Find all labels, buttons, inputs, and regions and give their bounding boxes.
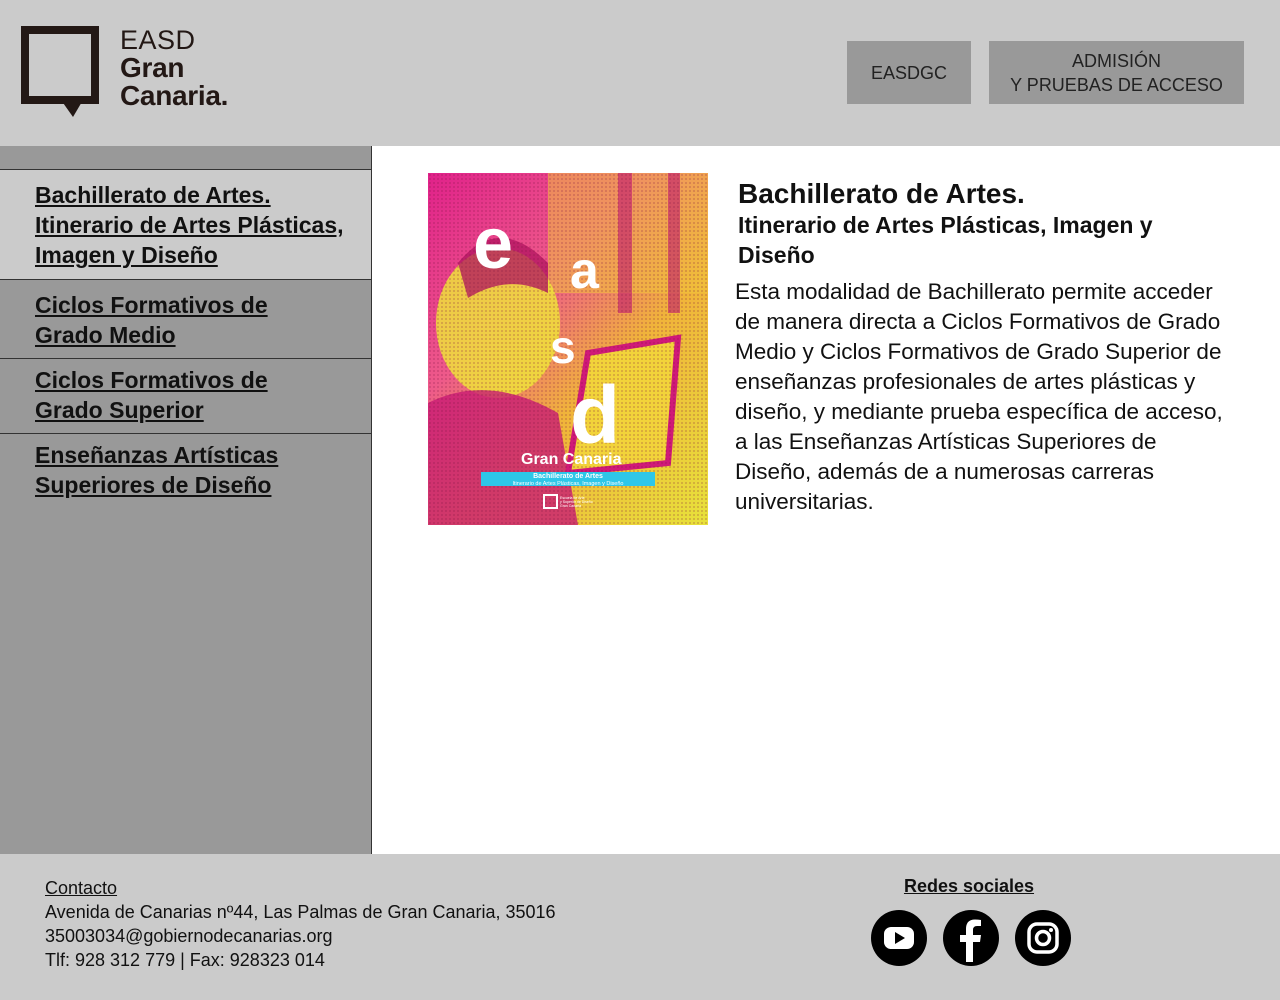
cover-band-line-1: Bachillerato de Artes — [533, 473, 603, 480]
site-footer: Contacto Avenida de Canarias nº44, Las P… — [0, 854, 1280, 1000]
contact-email: 35003034@gobiernodecanarias.org — [45, 926, 333, 946]
cover-brand: Gran Canaria — [521, 451, 622, 468]
nav-button-label-line-2: Y PRUEBAS DE ACCESO — [1010, 74, 1223, 95]
sidebar: Bachillerato de Artes. Itinerario de Art… — [0, 146, 372, 854]
page-description: Esta modalidad de Bachillerato permite a… — [735, 279, 1223, 514]
page-title: Bachillerato de Artes. — [738, 178, 1025, 209]
nav-button-label: EASDGC — [870, 62, 948, 83]
cover-letter-a: a — [570, 242, 600, 300]
sidebar-item-ensenanzas-superiores[interactable]: Enseñanzas Artísticas Superiores de Dise… — [0, 434, 371, 508]
nav-button-easdgc[interactable]: EASDGC — [847, 41, 971, 104]
site-logo[interactable]: EASD Gran Canaria. — [21, 26, 261, 120]
sidebar-item-label-line: Grado Medio — [35, 322, 176, 348]
sidebar-item-label-line: Bachillerato de Artes. — [35, 182, 271, 208]
contact-address: Avenida de Canarias nº44, Las Palmas de … — [45, 902, 556, 922]
sidebar-item-label-line: Grado Superior — [35, 397, 204, 423]
sidebar-item-grado-superior[interactable]: Ciclos Formativos de Grado Superior — [0, 359, 371, 434]
sidebar-item-label-line: Enseñanzas Artísticas — [35, 442, 279, 468]
cover-letter-s: s — [550, 321, 576, 373]
cover-letter-d: d — [570, 370, 620, 461]
cover-artwork: e a s d Gran Canaria Bachillerato de Art… — [428, 173, 708, 525]
sidebar-item-grado-medio[interactable]: Ciclos Formativos de Grado Medio — [0, 280, 371, 359]
sidebar-item-label-line: Superiores de Diseño — [35, 472, 272, 498]
youtube-icon[interactable] — [871, 910, 927, 966]
sidebar-item-label-line: Itinerario de Artes Plásticas, — [35, 212, 344, 238]
logo-speech-bubble-icon — [21, 26, 99, 117]
cover-band-line-2: Itinerario de Artes Plásticas, Imagen y … — [513, 481, 624, 487]
cover-seal-line-3: Gran Canaria — [560, 504, 581, 508]
contact-link[interactable]: Contacto — [45, 876, 556, 900]
cover-letter-e: e — [473, 204, 513, 284]
nav-button-admision[interactable]: ADMISIÓN Y PRUEBAS DE ACCESO — [989, 41, 1244, 104]
contact-block: Contacto Avenida de Canarias nº44, Las P… — [45, 876, 556, 972]
logo-wordmark: EASD Gran Canaria. — [120, 26, 228, 110]
brochure-cover-image: e a s d Gran Canaria Bachillerato de Art… — [428, 173, 708, 525]
page-subtitle: Itinerario de Artes Plásticas, Imagen y … — [738, 212, 1153, 268]
instagram-icon[interactable] — [1015, 910, 1071, 966]
sidebar-item-bachillerato[interactable]: Bachillerato de Artes. Itinerario de Art… — [0, 170, 371, 280]
sidebar-item-label-line: Ciclos Formativos de — [35, 292, 268, 318]
logo-line-1: EASD — [120, 25, 196, 55]
nav-button-label-line-1: ADMISIÓN — [1071, 50, 1161, 71]
site-header: EASD Gran Canaria. EASDGC ADMISIÓN Y PRU… — [0, 0, 1280, 146]
facebook-icon[interactable] — [943, 910, 999, 966]
contact-phone: Tlf: 928 312 779 | Fax: 928323 014 — [45, 950, 325, 970]
sidebar-item-label-line: Imagen y Diseño — [35, 242, 218, 268]
logo-line-3: Canaria. — [120, 80, 229, 111]
sidebar-top-bar — [0, 146, 371, 170]
social-title: Redes sociales — [903, 876, 1035, 896]
logo-line-2: Gran — [120, 52, 185, 83]
sidebar-item-label-line: Ciclos Formativos de — [35, 367, 268, 393]
